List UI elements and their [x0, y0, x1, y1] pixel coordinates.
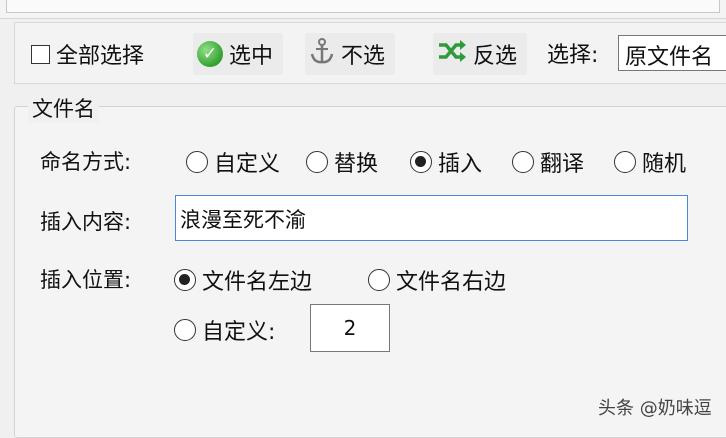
naming-option-label: 翻译	[540, 152, 585, 177]
naming-method-label: 命名方式:	[40, 150, 132, 174]
radio-replace[interactable]	[306, 151, 328, 173]
radio-position-left[interactable]	[174, 269, 196, 291]
radio-position-custom[interactable]	[174, 319, 196, 341]
invert-label: 反选	[473, 44, 518, 69]
unselect-label: 不选	[341, 44, 386, 69]
select-button[interactable]: ✓ 选中	[193, 33, 284, 75]
shuffle-icon	[437, 39, 467, 69]
choose-select[interactable]: 原文件名	[618, 35, 726, 71]
position-custom-label: 自定义:	[202, 320, 276, 345]
naming-option-label: 插入	[438, 152, 483, 177]
select-label: 选中	[229, 44, 274, 69]
naming-option-label: 自定义	[214, 152, 281, 177]
select-all-label: 全部选择	[56, 44, 145, 69]
position-option-custom[interactable]: 自定义:	[174, 314, 275, 346]
insert-content-input[interactable]: 浪漫至死不渝	[175, 195, 688, 241]
insert-position-label: 插入位置:	[40, 268, 132, 292]
position-option-left[interactable]: 文件名左边	[174, 264, 312, 296]
position-right-label: 文件名右边	[396, 270, 507, 295]
naming-option-insert[interactable]: 插入	[410, 146, 482, 178]
radio-translate[interactable]	[512, 151, 534, 173]
naming-option-label: 随机	[642, 152, 687, 177]
position-option-right[interactable]: 文件名右边	[368, 264, 506, 296]
select-all-checkbox[interactable]	[31, 44, 50, 64]
unselect-button[interactable]: 不选	[305, 33, 396, 75]
naming-option-translate[interactable]: 翻译	[512, 146, 584, 178]
radio-random[interactable]	[614, 151, 636, 173]
invert-selection-button[interactable]: 反选	[433, 33, 528, 75]
naming-option-replace[interactable]: 替换	[306, 146, 378, 178]
check-circle-icon: ✓	[197, 41, 223, 67]
watermark: 头条 @奶味逗	[598, 398, 712, 419]
naming-option-label: 替换	[334, 152, 379, 177]
radio-position-right[interactable]	[368, 269, 390, 291]
select-all-button[interactable]: 全部选择	[31, 33, 144, 75]
choose-label: 选择:	[547, 43, 599, 68]
top-frame-edge	[0, 0, 726, 19]
insert-content-label: 插入内容:	[40, 210, 132, 234]
position-left-label: 文件名左边	[202, 270, 313, 295]
radio-custom[interactable]	[186, 151, 208, 173]
radio-insert[interactable]	[410, 151, 432, 173]
anchor-icon	[309, 37, 335, 71]
naming-option-random[interactable]: 随机	[614, 146, 686, 178]
filename-group-title: 文件名	[28, 93, 99, 123]
custom-position-stepper[interactable]: 2	[310, 304, 390, 352]
naming-option-custom[interactable]: 自定义	[186, 146, 280, 178]
